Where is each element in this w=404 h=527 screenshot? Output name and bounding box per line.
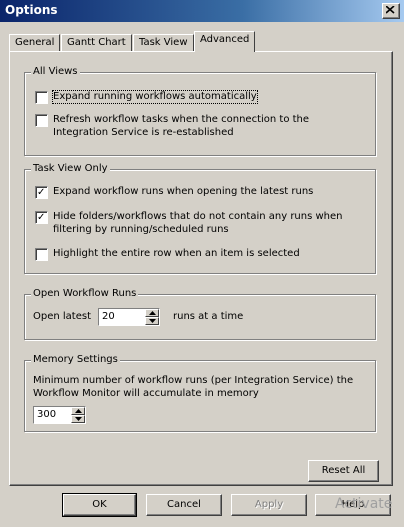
expand-workflow-runs-label: Expand workflow runs when opening the la…	[53, 186, 314, 197]
memory-runs-spinner[interactable]: 300	[33, 406, 86, 424]
open-latest-label: Open latest	[33, 311, 91, 322]
group-task-view-only-legend: Task View Only	[31, 163, 110, 174]
activate-watermark: Activate	[335, 496, 393, 512]
expand-workflow-runs-checkbox[interactable]: ✓	[35, 186, 48, 199]
close-icon	[386, 6, 395, 14]
group-all-views-legend: All Views	[31, 66, 80, 77]
ok-button[interactable]: OK	[62, 493, 137, 517]
group-memory-settings-legend: Memory Settings	[31, 354, 120, 365]
checkmark-icon: ✓	[37, 187, 46, 198]
expand-running-workflows-label: Expand running workflows automatically	[52, 90, 258, 104]
memory-description-line1: Minimum number of workflow runs (per Int…	[33, 375, 354, 386]
expand-running-workflows-checkbox[interactable]	[35, 91, 48, 104]
arrow-down-icon	[75, 417, 82, 421]
highlight-row-label: Highlight the entire row when an item is…	[53, 248, 300, 259]
cancel-button[interactable]: Cancel	[146, 494, 222, 516]
tab-panel-advanced: All Views Expand running workflows autom…	[9, 51, 393, 486]
refresh-workflow-tasks-label-line1: Refresh workflow tasks when the connecti…	[53, 114, 310, 125]
tab-task-view[interactable]: Task View	[133, 34, 194, 52]
refresh-workflow-tasks-checkbox[interactable]	[35, 114, 48, 127]
highlight-row-checkbox[interactable]	[35, 248, 48, 261]
close-button[interactable]	[382, 3, 400, 19]
group-task-view-only: Task View Only ✓ Expand workflow runs wh…	[24, 163, 376, 274]
apply-button[interactable]: Apply	[231, 494, 307, 516]
group-all-views: All Views Expand running workflows autom…	[24, 66, 376, 156]
arrow-up-icon	[149, 311, 156, 315]
refresh-workflow-tasks-label-line2: Integration Service is re-established	[53, 127, 234, 138]
checkmark-icon: ✓	[37, 212, 46, 223]
memory-runs-value: 300	[37, 409, 57, 420]
spin-down-button[interactable]	[71, 415, 85, 423]
memory-description-line2: Workflow Monitor will accumulate in memo…	[33, 388, 259, 399]
arrow-up-icon	[75, 409, 82, 413]
hide-folders-label-line2: filtering by running/scheduled runs	[53, 224, 229, 235]
spin-up-button[interactable]	[145, 309, 159, 317]
open-latest-spinner[interactable]: 20	[98, 308, 160, 326]
tab-advanced[interactable]: Advanced	[194, 31, 256, 52]
group-open-workflow-runs: Open Workflow Runs Open latest 20 runs a…	[24, 288, 376, 340]
group-open-workflow-runs-legend: Open Workflow Runs	[31, 288, 139, 299]
hide-folders-checkbox[interactable]: ✓	[35, 211, 48, 224]
tab-general[interactable]: General	[9, 34, 61, 52]
spin-up-button[interactable]	[71, 407, 85, 415]
group-memory-settings: Memory Settings Minimum number of workfl…	[24, 354, 376, 432]
reset-all-button[interactable]: Reset All	[308, 460, 379, 482]
spin-down-button[interactable]	[145, 317, 159, 325]
hide-folders-label-line1: Hide folders/workflows that do not conta…	[53, 211, 343, 222]
window-title: Options	[5, 3, 58, 17]
runs-at-a-time-label: runs at a time	[173, 311, 244, 322]
tab-gantt-chart[interactable]: Gantt Chart	[61, 34, 132, 52]
arrow-down-icon	[149, 319, 156, 323]
title-bar: Options	[0, 0, 404, 22]
open-latest-value: 20	[102, 311, 115, 322]
